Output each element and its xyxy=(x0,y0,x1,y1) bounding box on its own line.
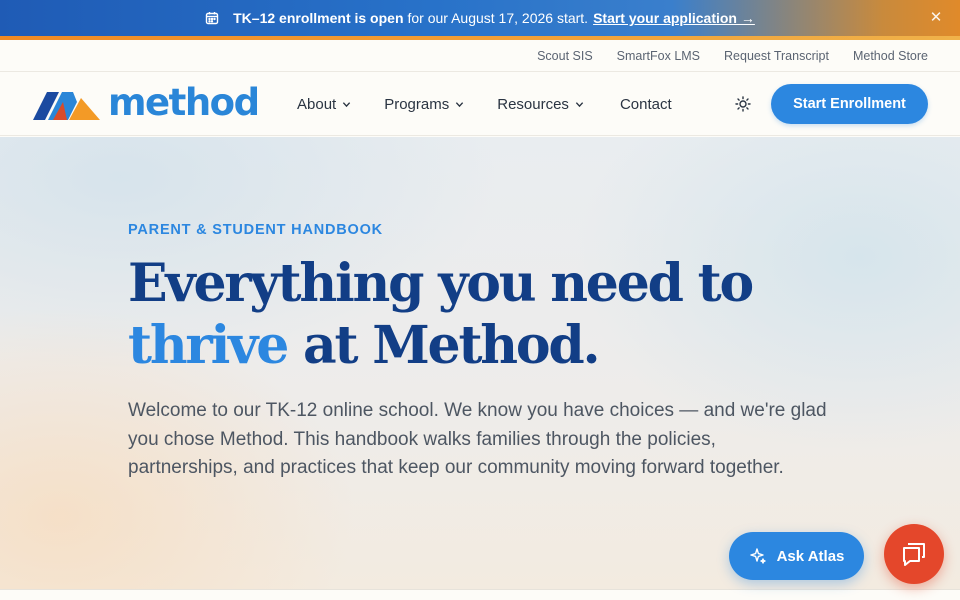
sparkle-icon xyxy=(749,548,766,564)
nav-about-label: About xyxy=(297,95,337,113)
announcement-bar: TK–12 enrollment is open for our August … xyxy=(0,0,960,36)
headline-line1: Everything you need to xyxy=(128,253,754,314)
start-application-link[interactable]: Start your application → xyxy=(593,10,755,26)
hero-eyebrow: PARENT & STUDENT HANDBOOK xyxy=(128,222,383,238)
hero-section: PARENT & STUDENT HANDBOOK Everything you… xyxy=(0,137,960,589)
utility-link-smartfox-lms[interactable]: SmartFox LMS xyxy=(617,49,700,63)
close-icon[interactable]: ✕ xyxy=(928,10,944,26)
logo[interactable]: method xyxy=(33,81,260,124)
announcement-text: for our August 17, 2026 start. xyxy=(407,10,589,26)
headline-accent: thrive xyxy=(128,315,289,376)
calendar-icon xyxy=(205,11,219,25)
nav-resources-label: Resources xyxy=(497,95,569,113)
chevron-down-icon xyxy=(343,101,351,107)
nav-resources[interactable]: Resources xyxy=(497,96,584,113)
logo-wordmark: method xyxy=(108,80,260,124)
announcement-bold: TK–12 enrollment is open xyxy=(233,10,404,26)
chat-icon xyxy=(903,543,925,566)
hero-lead: Welcome to our TK-12 online school. We k… xyxy=(128,400,827,478)
ask-atlas-button[interactable]: Ask Atlas xyxy=(729,532,864,580)
nav-programs[interactable]: Programs xyxy=(384,96,464,113)
hero-headline: Everything you need to thrive at Method. xyxy=(128,253,848,377)
ask-atlas-label: Ask Atlas xyxy=(776,547,845,565)
utility-nav: Scout SIS SmartFox LMS Request Transcrip… xyxy=(0,40,960,72)
nav-contact[interactable]: Contact xyxy=(620,96,672,113)
headline-rest: at Method. xyxy=(287,315,601,376)
nav-about[interactable]: About xyxy=(297,96,351,113)
logo-mark-icon xyxy=(33,92,100,120)
nav-contact-label: Contact xyxy=(619,95,672,113)
sun-icon[interactable] xyxy=(735,96,751,112)
main-nav: method About Programs Resources Contact xyxy=(0,72,960,136)
section-divider xyxy=(0,589,960,600)
utility-link-scout-sis[interactable]: Scout SIS xyxy=(537,49,593,63)
nav-programs-label: Programs xyxy=(384,95,450,113)
chevron-down-icon xyxy=(575,101,584,107)
start-enrollment-button[interactable]: Start Enrollment xyxy=(771,84,928,124)
chat-button[interactable] xyxy=(884,524,944,584)
utility-link-method-store[interactable]: Method Store xyxy=(853,49,928,63)
utility-link-request-transcript[interactable]: Request Transcript xyxy=(724,49,829,63)
chevron-down-icon xyxy=(456,101,464,107)
